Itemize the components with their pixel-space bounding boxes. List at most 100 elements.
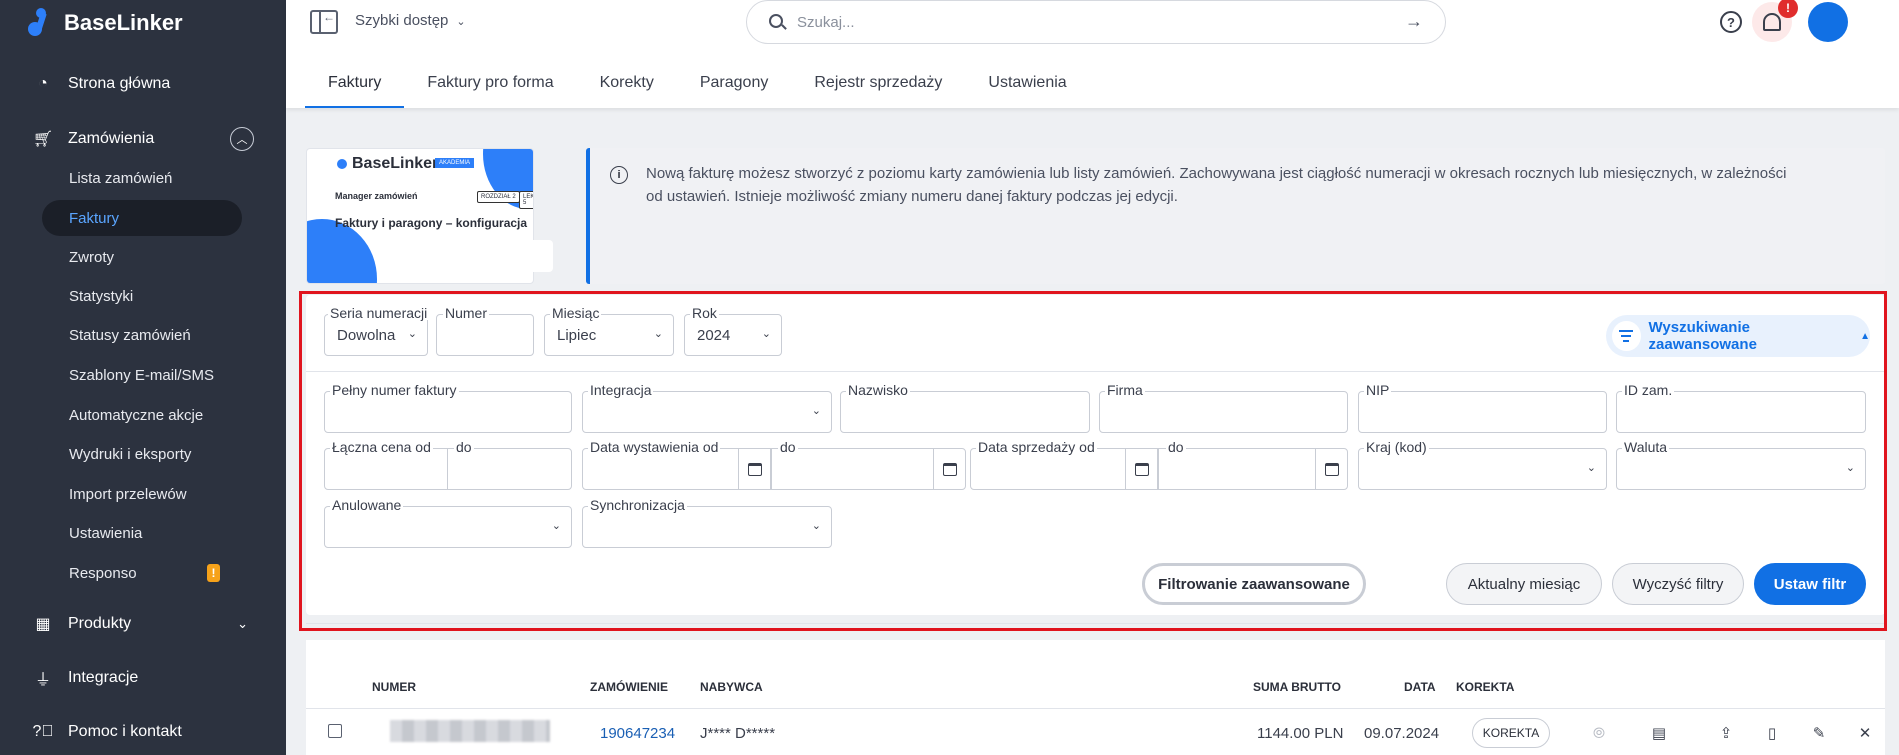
avatar[interactable] — [1808, 2, 1848, 42]
nip-input[interactable] — [1358, 391, 1607, 433]
filter-icon — [1612, 321, 1641, 351]
sidebar-subitem[interactable]: Zwroty — [42, 239, 242, 275]
tab-faktury[interactable]: Faktury — [305, 60, 405, 108]
calendar-icon[interactable] — [933, 449, 965, 489]
warning-badge: ! — [207, 564, 220, 582]
edit-icon[interactable]: ✎ — [1806, 720, 1832, 746]
cena-do-label: do — [454, 439, 474, 455]
dashboard-icon: ◔ — [38, 75, 48, 92]
data-wystawienia-do-input[interactable] — [771, 448, 966, 490]
sidebar-item-integrations[interactable]: ⏚ Integracje — [0, 658, 286, 698]
advanced-search-toggle[interactable]: Wyszukiwanie zaawansowane ▲ — [1606, 315, 1870, 357]
data-sprzedazy-od-label: Data sprzedaży od — [976, 439, 1097, 455]
tab-paragony[interactable]: Paragony — [677, 60, 792, 108]
academy-badge: AKADEMIA — [435, 158, 475, 168]
document-icon[interactable]: ▤ — [1646, 720, 1672, 746]
app-logo[interactable]: BaseLinker — [28, 8, 183, 38]
academy-video-card[interactable]: BaseLinker AKADEMIA Manager zamówień ROZ… — [306, 148, 534, 284]
clear-filters-button[interactable]: Wyczyść filtry — [1612, 563, 1744, 605]
logo-dot-icon — [337, 159, 347, 169]
current-month-button[interactable]: Aktualny miesiąc — [1446, 563, 1602, 605]
calendar-icon[interactable] — [1315, 449, 1347, 489]
info-box: i Nową fakturę możesz stworzyć z poziomu… — [586, 148, 1885, 284]
sidebar-subitem[interactable]: Ustawienia — [42, 515, 242, 551]
pdf-icon[interactable]: ▯ — [1759, 720, 1785, 746]
search-bar: → — [746, 0, 1446, 44]
seria-label: Seria numeracji — [328, 305, 430, 321]
warehouse-icon: ▦ — [35, 616, 51, 633]
sidebar-item-home[interactable]: ◔ Strona główna — [0, 64, 286, 104]
sidebar-subitem[interactable]: Import przelewów — [42, 476, 242, 512]
sidebar-item-products[interactable]: ▦ Produkty ⌄ — [0, 604, 286, 644]
tab-ustawienia[interactable]: Ustawienia — [965, 60, 1089, 108]
tab-rejestr-sprzedazy[interactable]: Rejestr sprzedaży — [791, 60, 965, 108]
chevron-down-icon: ⌄ — [551, 520, 561, 532]
order-link[interactable]: 190647234 — [600, 725, 675, 742]
sidebar-subitem[interactable]: Szablony E-mail/SMS — [42, 357, 242, 393]
kraj-label: Kraj (kod) — [1364, 439, 1429, 455]
sidebar: BaseLinker ◔ Strona główna 🛒︎ Zamówienia… — [0, 0, 286, 755]
column-header-zamowienie[interactable]: Zamówienie — [590, 680, 668, 694]
close-icon[interactable]: ✕ — [1852, 720, 1878, 746]
sidebar-item-label: Integracje — [68, 669, 139, 686]
nazwisko-label: Nazwisko — [846, 382, 910, 398]
column-header-suma[interactable]: Suma brutto — [1253, 680, 1341, 694]
invoices-table: Numer Zamówienie Nabywca Suma brutto Dat… — [306, 640, 1885, 755]
seria-value: Dowolna — [337, 327, 396, 344]
rok-value: 2024 — [697, 327, 731, 344]
tab-faktury-pro-forma[interactable]: Faktury pro forma — [404, 60, 576, 108]
column-header-korekta[interactable]: Korekta — [1456, 680, 1514, 694]
sidebar-subitem-active[interactable]: Faktury — [42, 200, 242, 236]
cart-icon: 🛒︎ — [32, 131, 54, 148]
synchronizacja-label: Synchronizacja — [588, 497, 687, 513]
topbar: Szybki dostęp ⌄ → ? ! Faktury Faktury pro… — [286, 0, 1899, 108]
chevron-up-icon: ▲ — [1860, 330, 1870, 342]
sidebar-subitem[interactable]: Automatyczne akcje — [42, 397, 242, 433]
promo-subtitle: Manager zamówień — [335, 191, 418, 201]
promo-tag: ROZDZIAŁ 2 — [477, 191, 520, 203]
korekta-button[interactable]: KOREKTA — [1472, 718, 1550, 748]
calendar-icon[interactable] — [1125, 449, 1157, 489]
chevron-down-icon: ⌄ — [407, 328, 417, 340]
sidebar-item-orders[interactable]: 🛒︎ Zamówienia ︿ — [0, 119, 286, 159]
notification-badge: ! — [1778, 0, 1798, 18]
search-input[interactable] — [797, 11, 1357, 33]
help-icon[interactable]: ? — [1720, 11, 1742, 33]
miesiac-label: Miesiąc — [550, 305, 602, 321]
advanced-search-label: Wyszukiwanie zaawansowane — [1648, 319, 1757, 353]
pelny-numer-label: Pełny numer faktury — [330, 382, 459, 398]
row-checkbox[interactable] — [328, 724, 342, 738]
data-sprzedazy-do-input[interactable] — [1158, 448, 1348, 490]
info-text: Nową fakturę możesz stworzyć z poziomu k… — [646, 165, 1787, 205]
bell-icon — [1763, 13, 1781, 31]
play-button[interactable] — [521, 240, 553, 272]
collapse-orders-button[interactable]: ︿ — [230, 127, 254, 151]
e-invoice-icon[interactable]: ⦾ — [1586, 720, 1612, 746]
invoice-number-blurred — [390, 720, 550, 742]
sidebar-toggle-icon[interactable] — [310, 10, 338, 34]
data-sprzedazy-do-label: do — [1166, 439, 1186, 455]
chevron-down-icon: ⌄ — [653, 328, 663, 340]
calendar-icon[interactable] — [738, 449, 770, 489]
sidebar-subitem[interactable]: Statystyki — [42, 278, 242, 314]
buyer-name: J**** D***** — [700, 725, 776, 742]
tab-korekty[interactable]: Korekty — [577, 60, 677, 108]
help-icon: ?⃝ — [32, 723, 54, 740]
data-wystawienia-od-label: Data wystawienia od — [588, 439, 721, 455]
sidebar-subitem[interactable]: Statusy zamówień — [42, 317, 242, 353]
upload-icon[interactable]: ⇪ — [1713, 720, 1739, 746]
sidebar-subitem[interactable]: Wydruki i eksporty — [42, 436, 242, 472]
column-header-data[interactable]: Data — [1404, 680, 1436, 694]
chevron-down-icon: ⌄ — [811, 405, 821, 417]
apply-filter-button[interactable]: Ustaw filtr — [1754, 563, 1866, 605]
divider — [306, 371, 1885, 372]
column-header-numer[interactable]: Numer — [372, 680, 416, 694]
arrow-right-icon[interactable]: → — [1405, 11, 1423, 32]
sidebar-item-help[interactable]: ?⃝ Pomoc i kontakt — [0, 712, 286, 752]
quick-access-dropdown[interactable]: Szybki dostęp ⌄ — [355, 12, 466, 29]
sidebar-subitem[interactable]: Lista zamówień — [42, 160, 242, 196]
column-header-nabywca[interactable]: Nabywca — [700, 680, 763, 694]
advanced-filtering-button[interactable]: Filtrowanie zaawansowane — [1142, 563, 1366, 605]
gross-total: 1144.00 PLN — [1257, 725, 1344, 742]
sidebar-item-label: Strona główna — [68, 75, 171, 92]
